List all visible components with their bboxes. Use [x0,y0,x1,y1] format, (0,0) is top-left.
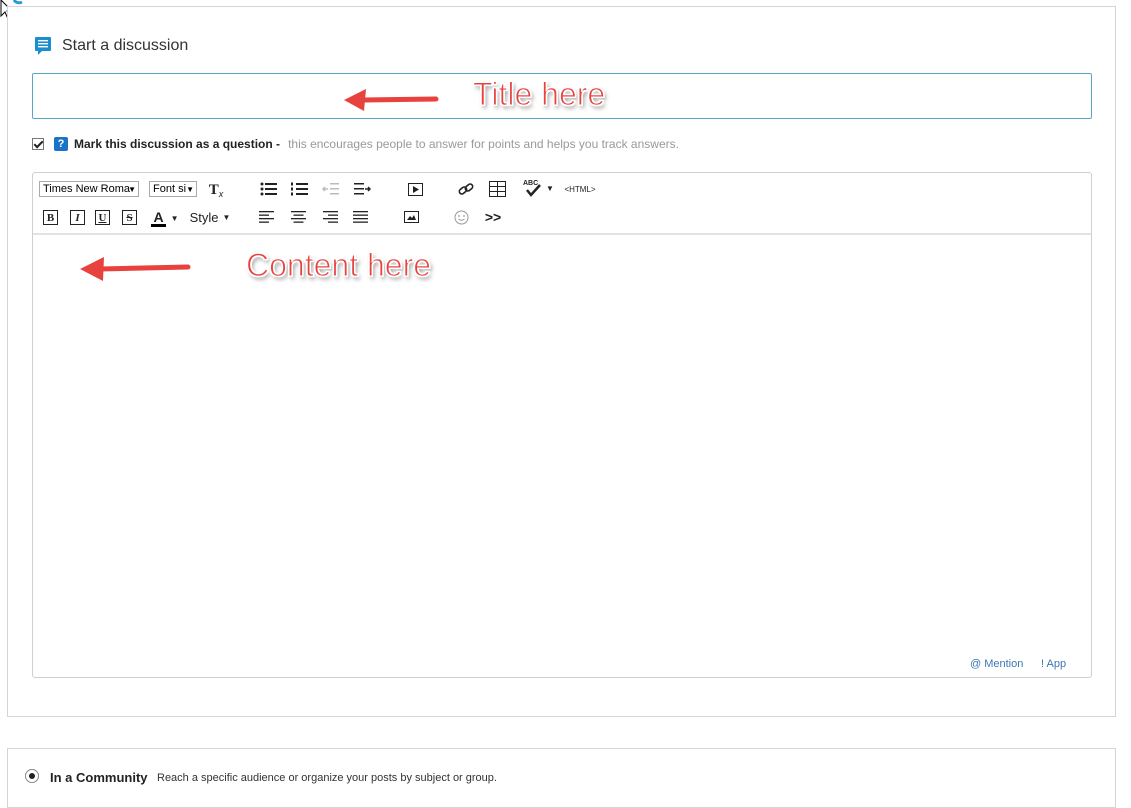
spellcheck-button[interactable]: ABC ▼ [520,178,556,198]
table-icon [488,181,506,197]
smiley-icon [454,210,468,224]
bullet-list-icon [260,182,277,196]
font-family-select[interactable]: Times New Roma ▼ [39,181,139,197]
svg-text:ABC: ABC [523,180,538,187]
spellcheck-icon: ABC [523,180,541,197]
align-justify-icon [352,211,368,223]
italic-button[interactable]: I [70,210,85,225]
indent-button[interactable] [353,181,371,197]
outdent-button[interactable] [321,181,339,197]
align-left-icon [258,211,274,223]
in-community-label: In a Community [50,770,148,785]
insert-table-button[interactable] [488,180,506,198]
numbered-list-button[interactable] [290,181,308,197]
dropdown-caret-icon: ▼ [222,212,231,222]
in-community-description: Reach a specific audience or organize yo… [157,772,497,784]
insert-image-button[interactable] [403,210,419,224]
emoji-button[interactable] [453,209,469,225]
align-right-button[interactable] [322,210,338,224]
mark-question-checkbox[interactable] [32,138,44,150]
question-option-description: this encourages people to answer for poi… [288,137,679,151]
align-center-icon [290,211,306,223]
underline-button[interactable]: U [95,210,110,225]
font-size-select[interactable]: Font si ▼ [149,181,197,197]
question-option-row: ? Mark this discussion as a question - t… [32,137,679,151]
indent-icon [353,183,371,195]
dropdown-caret-icon: ▼ [546,183,554,193]
align-right-icon [322,211,338,223]
content-editor: Times New Roma ▼ Font si ▼ Tx ABC ▼ <HTM… [32,172,1092,678]
app-link[interactable]: ! App [1041,658,1066,670]
image-icon [403,211,419,223]
video-icon [407,182,423,196]
bullet-list-button[interactable] [259,181,277,197]
question-mark-icon: ? [54,137,68,151]
clear-formatting-button[interactable]: Tx [207,180,225,200]
dropdown-caret-icon: ▼ [170,213,179,223]
style-dropdown[interactable]: Style ▼ [187,209,233,225]
title-arrow-icon [344,89,439,111]
insert-link-button[interactable] [457,181,475,197]
numbered-list-icon [290,182,308,196]
link-icon [458,183,474,195]
text-color-button[interactable]: A ▼ [150,207,180,229]
page-title: Start a discussion [62,37,189,54]
in-community-radio[interactable] [25,769,39,783]
content-arrow-icon [80,257,191,281]
outdent-icon [321,183,339,195]
align-justify-button[interactable] [352,210,368,224]
align-left-button[interactable] [258,210,274,224]
title-annotation: Title here [472,76,606,113]
discussion-heading: Start a discussion [33,36,188,56]
dropdown-caret-icon: ▼ [186,185,194,194]
discussion-icon [35,37,51,55]
question-option-label: Mark this discussion as a question - [74,137,281,151]
insert-video-button[interactable] [407,181,423,197]
text-color-icon: A [151,208,166,227]
content-annotation: Content here [245,247,432,284]
strikethrough-button[interactable]: S [122,210,137,225]
content-area[interactable] [33,235,1091,649]
bold-button[interactable]: B [43,210,58,225]
more-tools-button[interactable]: >> [483,209,503,225]
html-source-button[interactable]: <HTML> [563,182,597,196]
mention-link[interactable]: @ Mention [970,658,1023,670]
align-center-button[interactable] [290,210,306,224]
dropdown-caret-icon: ▼ [128,185,136,194]
